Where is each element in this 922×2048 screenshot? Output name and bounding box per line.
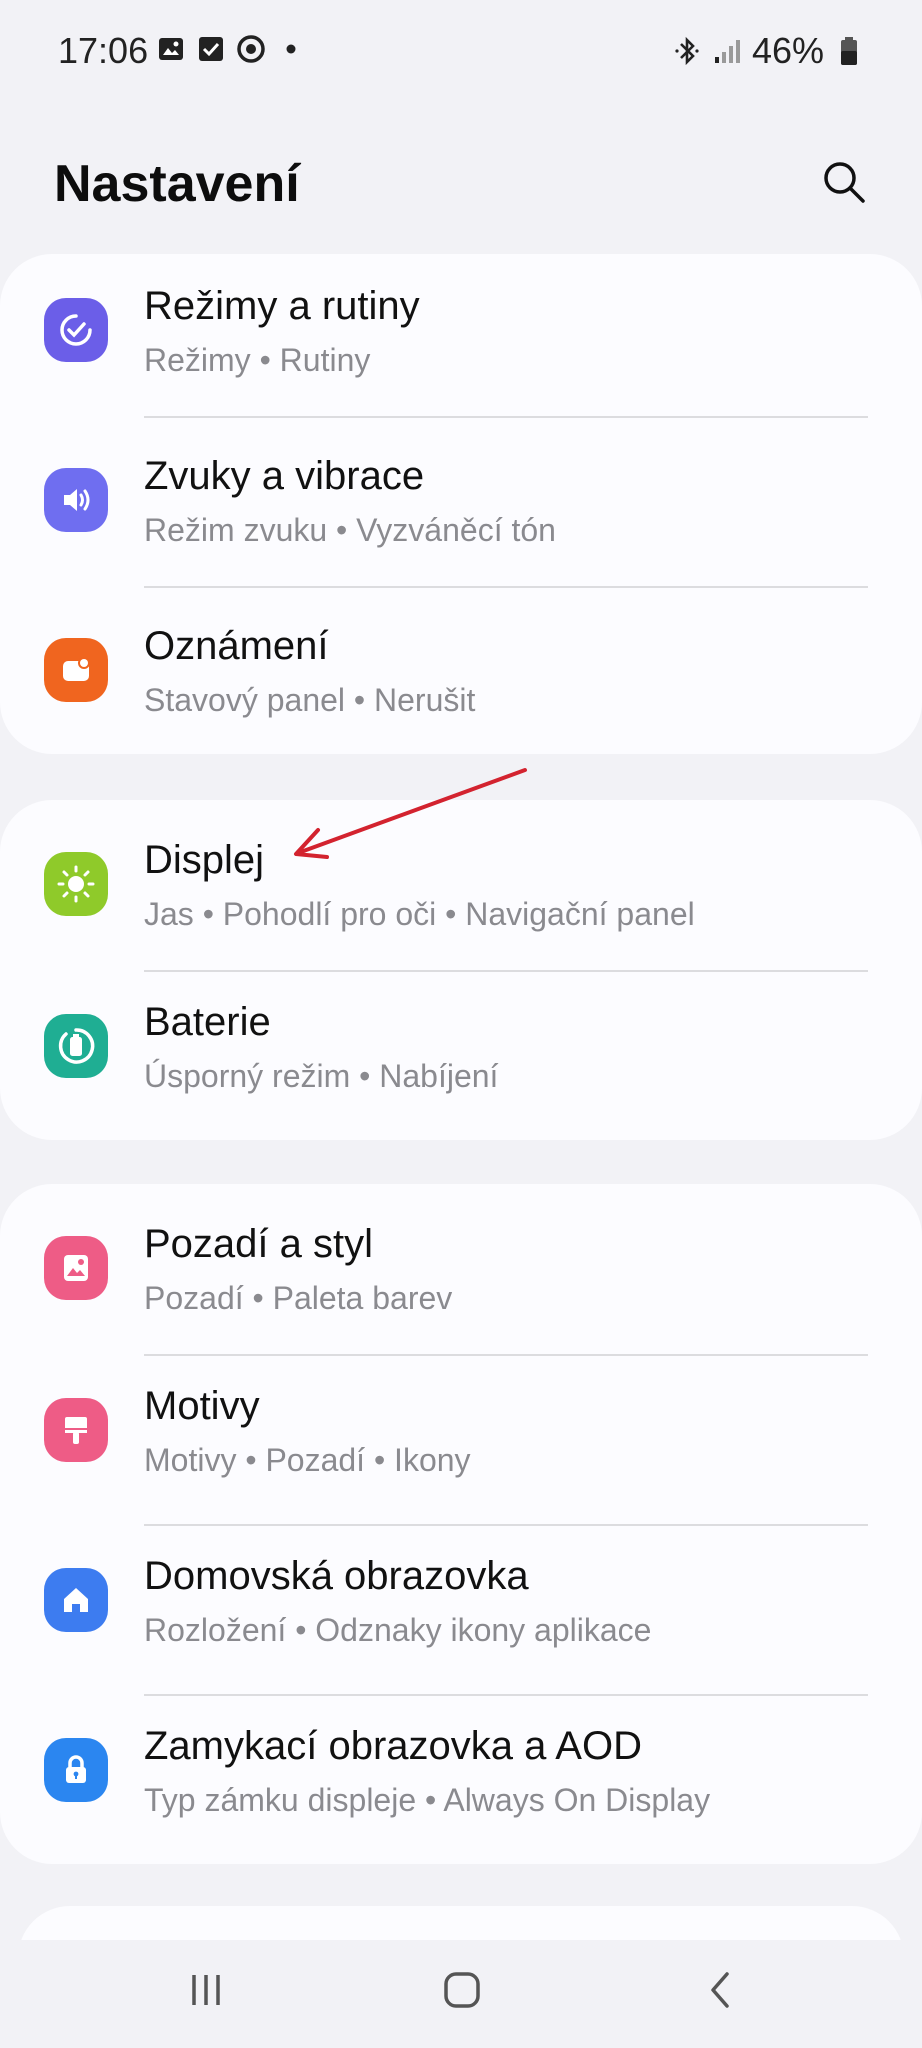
- settings-item-title: Oznámení: [144, 624, 329, 668]
- battery-icon: [834, 36, 864, 66]
- page-title: Nastavení: [54, 155, 300, 213]
- settings-item-home-screen[interactable]: Domovská obrazovka Rozložení • Odznaky i…: [0, 1524, 922, 1694]
- search-icon: [824, 162, 865, 203]
- display-icon: [44, 852, 108, 916]
- battery-care-icon: [44, 1014, 108, 1078]
- settings-item-lock-screen[interactable]: Zamykací obrazovka a AOD Typ zámku displ…: [0, 1694, 922, 1864]
- settings-item-notifications[interactable]: Oznámení Stavový panel • Nerušit: [0, 594, 922, 764]
- settings-item-title: Motivy: [144, 1384, 260, 1428]
- checkbox-icon: [196, 34, 226, 64]
- settings-item-title: Režimy a rutiny: [144, 284, 420, 328]
- settings-group-1: Režimy a rutiny Režimy • Rutiny Zvuky a …: [0, 254, 922, 754]
- settings-item-title: Baterie: [144, 1000, 271, 1044]
- sound-icon: [44, 468, 108, 532]
- themes-icon: [44, 1398, 108, 1462]
- search-button[interactable]: [816, 154, 872, 210]
- battery-percentage: 46%: [751, 30, 824, 71]
- notifications-icon: [44, 638, 108, 702]
- settings-item-title: Zvuky a vibrace: [144, 454, 425, 498]
- settings-item-wallpaper[interactable]: Pozadí a styl Pozadí • Paleta barev: [0, 1184, 922, 1354]
- home-button[interactable]: [422, 1960, 502, 2020]
- settings-item-themes[interactable]: Motivy Motivy • Pozadí • Ikony: [0, 1354, 922, 1524]
- settings-item-title: Zamykací obrazovka a AOD: [144, 1724, 642, 1768]
- modes-routines-icon: [44, 298, 108, 362]
- signal-icon: [712, 36, 742, 66]
- settings-item-subtitle: Jas • Pohodlí pro oči • Navigační panel: [144, 896, 695, 932]
- settings-item-subtitle: Stavový panel • Nerušit: [144, 682, 476, 718]
- settings-item-title: Domovská obrazovka: [144, 1554, 529, 1598]
- back-icon: [711, 1972, 729, 2008]
- settings-item-battery[interactable]: Baterie Úsporný režim • Nabíjení: [0, 970, 922, 1140]
- settings-item-title: Pozadí a styl: [144, 1222, 374, 1266]
- divider: [144, 586, 868, 588]
- gallery-icon: [156, 34, 186, 64]
- back-button[interactable]: [680, 1960, 760, 2020]
- status-time: 17:06: [58, 30, 149, 71]
- header: Nastavení: [0, 140, 922, 230]
- settings-item-title: Displej: [144, 838, 265, 882]
- settings-item-subtitle: Režim zvuku • Vyzváněcí tón: [144, 512, 556, 548]
- settings-item-subtitle: Typ zámku displeje • Always On Display: [144, 1782, 711, 1818]
- settings-item-modes-routines[interactable]: Režimy a rutiny Režimy • Rutiny: [0, 254, 922, 424]
- status-bar: 17:06 46%: [0, 0, 922, 100]
- lock-icon: [44, 1738, 108, 1802]
- settings-item-display[interactable]: Displej Jas • Pohodlí pro oči • Navigačn…: [0, 800, 922, 970]
- bluetooth-icon: [672, 36, 702, 66]
- status-notification-icons: [156, 34, 306, 64]
- dot-icon: [276, 34, 306, 64]
- settings-item-subtitle: Úsporný režim • Nabíjení: [144, 1058, 499, 1094]
- wallpaper-icon: [44, 1236, 108, 1300]
- recents-button[interactable]: [166, 1960, 246, 2020]
- home-icon: [444, 1972, 480, 2008]
- settings-item-subtitle: Motivy • Pozadí • Ikony: [144, 1442, 471, 1478]
- navigation-bar: [0, 1940, 922, 2048]
- status-system-icons: 46%: [672, 30, 864, 72]
- settings-group-3: Pozadí a styl Pozadí • Paleta barev Moti…: [0, 1184, 922, 1864]
- settings-item-sounds[interactable]: Zvuky a vibrace Režim zvuku • Vyzváněcí …: [0, 424, 922, 594]
- settings-item-subtitle: Rozložení • Odznaky ikony aplikace: [144, 1612, 652, 1648]
- settings-item-subtitle: Pozadí • Paleta barev: [144, 1280, 453, 1316]
- divider: [144, 416, 868, 418]
- recents-icon: [192, 1975, 220, 2005]
- settings-group-2: Displej Jas • Pohodlí pro oči • Navigačn…: [0, 800, 922, 1140]
- smart-view-icon: [236, 34, 266, 64]
- settings-item-subtitle: Režimy • Rutiny: [144, 342, 371, 378]
- home-screen-icon: [44, 1568, 108, 1632]
